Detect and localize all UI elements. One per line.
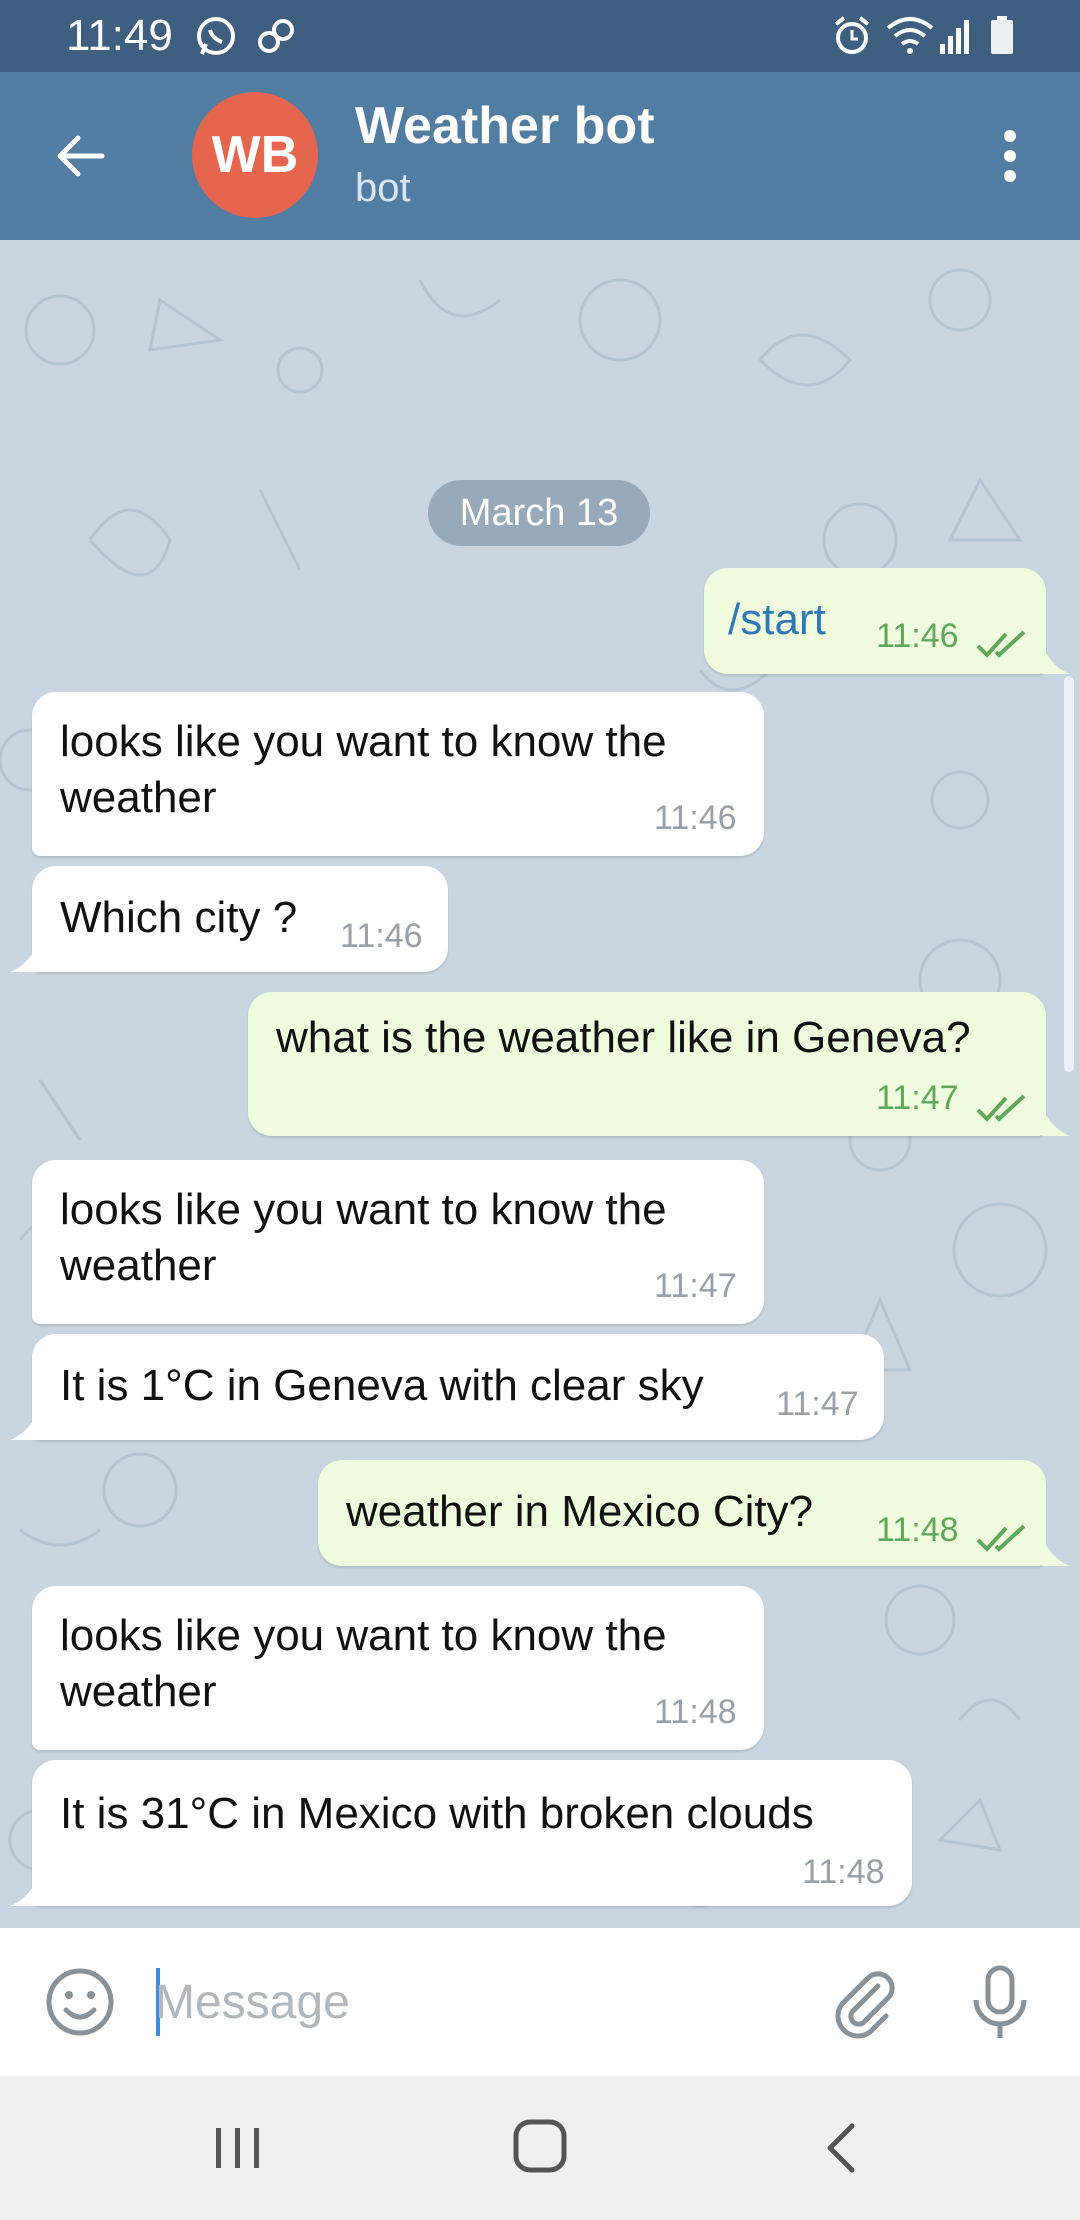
message-text: It is 1°C in Geneva with clear sky xyxy=(60,1361,704,1410)
message-text: looks like you want to know the xyxy=(60,1611,667,1660)
chat-subtitle: bot xyxy=(355,166,411,210)
message-time: 11:48 xyxy=(876,1511,959,1549)
home-icon xyxy=(513,2119,567,2173)
message-text: what is the weather like in Geneva? xyxy=(276,1013,971,1062)
message-outgoing[interactable]: weather in Mexico City? 11:48 xyxy=(318,1460,1046,1566)
whatsapp-icon xyxy=(194,14,238,63)
bubble-tail xyxy=(1042,644,1070,674)
message-text: Which city ? xyxy=(60,893,298,942)
message-time: 11:48 xyxy=(654,1693,737,1731)
bubble-tail xyxy=(10,1876,38,1906)
message-text: looks like you want to know the xyxy=(60,717,667,766)
message-incoming[interactable]: It is 1°C in Geneva with clear sky 11:47 xyxy=(32,1334,884,1440)
message-text: looks like you want to know the xyxy=(60,1185,667,1234)
system-back-button[interactable] xyxy=(812,2118,872,2178)
link-icon xyxy=(254,14,298,63)
message-time: 11:46 xyxy=(340,917,423,955)
message-time: 11:47 xyxy=(876,1079,959,1117)
back-button[interactable] xyxy=(40,116,120,196)
message-outgoing[interactable]: /start 11:46 xyxy=(704,568,1046,674)
recents-icon xyxy=(216,2128,259,2168)
message-text: It is 31°C in Mexico with broken clouds xyxy=(60,1789,814,1838)
message-text: weather in Mexico City? xyxy=(346,1487,814,1536)
message-text: weather xyxy=(60,1667,217,1716)
message-input[interactable] xyxy=(155,1960,775,2044)
emoji-button[interactable] xyxy=(44,1966,116,2038)
message-incoming[interactable]: looks like you want to know the weather … xyxy=(32,1160,764,1324)
attach-button[interactable] xyxy=(826,1964,902,2040)
bubble-tail xyxy=(10,1410,38,1440)
message-incoming[interactable]: Which city ? 11:46 xyxy=(32,866,448,972)
chat-header: WB Weather bot bot xyxy=(0,72,1080,240)
date-separator: March 13 xyxy=(428,480,650,546)
bubble-tail xyxy=(1042,1536,1070,1566)
scrollbar[interactable] xyxy=(1064,676,1074,1072)
alarm-icon xyxy=(830,14,874,63)
message-time: 11:46 xyxy=(876,617,959,655)
double-check-icon xyxy=(976,1082,1028,1138)
message-time: 11:47 xyxy=(654,1267,737,1305)
status-bar: 11:49 xyxy=(0,0,1080,72)
message-time: 11:47 xyxy=(776,1385,859,1423)
more-options-button[interactable] xyxy=(980,116,1040,196)
home-button[interactable] xyxy=(508,2114,572,2178)
message-outgoing[interactable]: what is the weather like in Geneva? 11:4… xyxy=(248,992,1046,1136)
message-incoming[interactable]: It is 31°C in Mexico with broken clouds … xyxy=(32,1760,912,1906)
battery-icon xyxy=(988,14,1016,63)
message-incoming[interactable]: looks like you want to know the weather … xyxy=(32,1586,764,1750)
message-time: 11:46 xyxy=(654,799,737,837)
message-time: 11:48 xyxy=(802,1853,885,1891)
message-text: weather xyxy=(60,773,217,822)
double-check-icon xyxy=(976,618,1028,674)
recent-apps-button[interactable] xyxy=(208,2118,268,2178)
chat-area[interactable]: March 13 /start 11:46 looks like you wan… xyxy=(0,240,1080,1928)
system-navigation-bar xyxy=(0,2076,1080,2220)
smiley-icon xyxy=(46,1968,114,2036)
bubble-tail xyxy=(10,942,38,972)
bubble-tail xyxy=(1042,1106,1070,1136)
status-time: 11:49 xyxy=(66,11,173,60)
message-text: weather xyxy=(60,1241,217,1290)
message-incoming[interactable]: looks like you want to know the weather … xyxy=(32,692,764,856)
arrow-left-icon xyxy=(57,135,105,177)
wifi-icon xyxy=(884,14,936,63)
voice-record-button[interactable] xyxy=(962,1962,1038,2042)
chat-title[interactable]: Weather bot xyxy=(355,96,655,156)
avatar[interactable]: WB xyxy=(192,92,318,218)
signal-icon xyxy=(938,14,974,63)
chevron-left-icon xyxy=(827,2123,855,2173)
message-composer xyxy=(0,1928,1080,2076)
more-vertical-icon xyxy=(1004,130,1016,182)
double-check-icon xyxy=(976,1512,1028,1568)
command-link[interactable]: /start xyxy=(728,592,826,648)
microphone-icon xyxy=(973,1965,1027,2038)
paperclip-icon xyxy=(835,1971,895,2039)
